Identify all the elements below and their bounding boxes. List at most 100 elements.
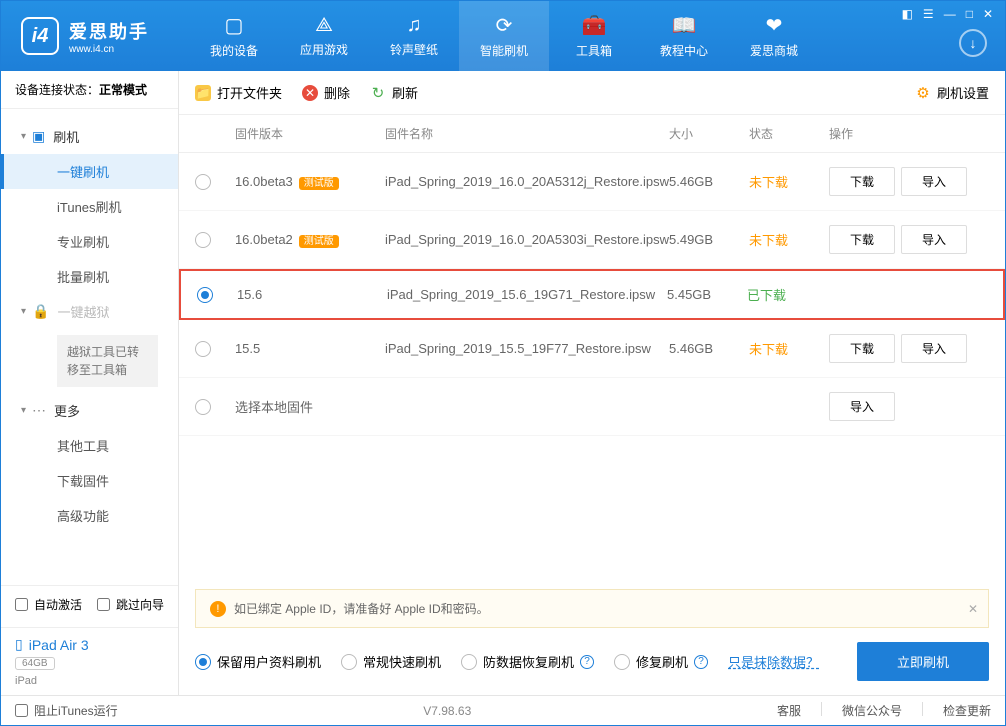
nav-apps[interactable]: ⟁应用游戏 <box>279 1 369 71</box>
opt-keep-data[interactable]: 保留用户资料刷机 <box>195 652 321 671</box>
app-logo: i4 爱思助手 www.i4.cn <box>21 17 149 55</box>
logo-icon: i4 <box>21 17 59 55</box>
sidebar-item-itunes-flash[interactable]: iTunes刷机 <box>1 189 178 224</box>
main-content: 📁打开文件夹 ✕删除 ↻刷新 ⚙刷机设置 固件版本 固件名称 大小 状态 操作 … <box>179 71 1005 695</box>
nav-my-device[interactable]: ▢我的设备 <box>189 1 279 71</box>
toolbar: 📁打开文件夹 ✕删除 ↻刷新 ⚙刷机设置 <box>179 71 1005 115</box>
firmware-version: 16.0beta2 <box>235 232 293 247</box>
folder-icon: 📁 <box>195 85 211 101</box>
local-firmware-row[interactable]: 选择本地固件 导入 <box>179 378 1005 436</box>
download-button[interactable]: 下载 <box>829 167 895 196</box>
radio-firmware[interactable] <box>197 287 213 303</box>
table-header: 固件版本 固件名称 大小 状态 操作 <box>179 115 1005 153</box>
skin-icon[interactable]: ◧ <box>902 7 913 21</box>
firmware-row[interactable]: 15.6 iPad_Spring_2019_15.6_19G71_Restore… <box>179 269 1005 320</box>
app-title: 爱思助手 <box>69 18 149 44</box>
sidebar-item-oneclick-flash[interactable]: 一键刷机 <box>1 154 178 189</box>
help-icon[interactable]: ? <box>694 655 708 669</box>
nav-tutorials[interactable]: 📖教程中心 <box>639 1 729 71</box>
firmware-version: 15.5 <box>235 341 260 356</box>
nav-smart-flash[interactable]: ⟳智能刷机 <box>459 1 549 71</box>
firmware-status: 已下载 <box>747 288 786 303</box>
firmware-size: 5.46GB <box>669 341 749 356</box>
import-button[interactable]: 导入 <box>901 167 967 196</box>
delete-icon: ✕ <box>302 85 318 101</box>
sidebar-group-more[interactable]: ▾⋯更多 <box>1 393 178 428</box>
firmware-row[interactable]: 16.0beta3 测试版 iPad_Spring_2019_16.0_20A53… <box>179 153 1005 211</box>
nav-store[interactable]: ❤爱思商城 <box>729 1 819 71</box>
footer-wechat[interactable]: 微信公众号 <box>842 702 902 719</box>
prevent-itunes-checkbox[interactable] <box>15 704 28 717</box>
main-header: i4 爱思助手 www.i4.cn ▢我的设备 ⟁应用游戏 ♫铃声壁纸 ⟳智能刷… <box>1 1 1005 71</box>
sidebar-item-pro-flash[interactable]: 专业刷机 <box>1 224 178 259</box>
maximize-icon[interactable]: □ <box>966 7 973 21</box>
close-infobar-icon[interactable]: ✕ <box>968 602 978 616</box>
tablet-icon: ▯ <box>15 636 23 653</box>
download-button[interactable]: 下载 <box>829 225 895 254</box>
sidebar-item-batch-flash[interactable]: 批量刷机 <box>1 259 178 294</box>
refresh-button[interactable]: ↻刷新 <box>370 83 418 102</box>
sidebar-item-download-firmware[interactable]: 下载固件 <box>1 463 178 498</box>
radio-local[interactable] <box>195 399 211 415</box>
footer-service[interactable]: 客服 <box>777 702 801 719</box>
firmware-size: 5.49GB <box>669 232 749 247</box>
close-icon[interactable]: ✕ <box>983 7 993 21</box>
radio-firmware[interactable] <box>195 341 211 357</box>
version-label: V7.98.63 <box>118 704 777 718</box>
minimize-icon[interactable]: — <box>944 7 956 21</box>
firmware-name: iPad_Spring_2019_16.0_20A5303i_Restore.i… <box>385 232 669 247</box>
beta-badge: 测试版 <box>299 177 339 190</box>
help-icon[interactable]: ? <box>580 655 594 669</box>
main-nav: ▢我的设备 ⟁应用游戏 ♫铃声壁纸 ⟳智能刷机 🧰工具箱 📖教程中心 ❤爱思商城 <box>189 1 995 71</box>
firmware-status: 未下载 <box>749 342 788 357</box>
download-button[interactable]: 下载 <box>829 334 895 363</box>
firmware-version: 16.0beta3 <box>235 174 293 189</box>
import-button[interactable]: 导入 <box>901 225 967 254</box>
firmware-row[interactable]: 15.5 iPad_Spring_2019_15.5_19F77_Restore… <box>179 320 1005 378</box>
nav-ringtones[interactable]: ♫铃声壁纸 <box>369 1 459 71</box>
warning-icon: ! <box>210 601 226 617</box>
refresh-icon: ↻ <box>370 85 386 101</box>
opt-anti-recovery[interactable]: 防数据恢复刷机? <box>461 652 594 671</box>
erase-data-link[interactable]: 只是抹除数据？ <box>728 652 819 671</box>
opt-repair[interactable]: 修复刷机? <box>614 652 708 671</box>
radio-firmware[interactable] <box>195 232 211 248</box>
firmware-name: iPad_Spring_2019_16.0_20A5312j_Restore.i… <box>385 174 669 189</box>
firmware-size: 5.46GB <box>669 174 749 189</box>
footer-update[interactable]: 检查更新 <box>943 702 991 719</box>
menu-icon[interactable]: ☰ <box>923 7 934 21</box>
lock-icon: 🔒 <box>32 303 49 320</box>
firmware-status: 未下载 <box>749 175 788 190</box>
sidebar-group-flash[interactable]: ▾▣刷机 <box>1 119 178 154</box>
app-url: www.i4.cn <box>69 44 149 55</box>
window-controls: ◧ ☰ — □ ✕ <box>902 7 993 21</box>
jailbreak-note: 越狱工具已转移至工具箱 <box>57 335 158 387</box>
firmware-row[interactable]: 16.0beta2 测试版 iPad_Spring_2019_16.0_20A53… <box>179 211 1005 269</box>
auto-activate-checkbox[interactable] <box>15 598 28 611</box>
sidebar-item-advanced[interactable]: 高级功能 <box>1 498 178 533</box>
import-local-button[interactable]: 导入 <box>829 392 895 421</box>
info-bar: ! 如已绑定 Apple ID，请准备好 Apple ID和密码。 ✕ <box>195 589 989 628</box>
radio-firmware[interactable] <box>195 174 211 190</box>
beta-badge: 测试版 <box>299 235 339 248</box>
firmware-size: 5.45GB <box>667 287 747 302</box>
sidebar-item-other-tools[interactable]: 其他工具 <box>1 428 178 463</box>
footer: 阻止iTunes运行 V7.98.63 客服 微信公众号 检查更新 <box>1 695 1005 725</box>
flash-now-button[interactable]: 立即刷机 <box>857 642 989 681</box>
nav-toolbox[interactable]: 🧰工具箱 <box>549 1 639 71</box>
download-indicator-icon[interactable]: ↓ <box>959 29 987 57</box>
firmware-status: 未下载 <box>749 233 788 248</box>
skip-wizard-checkbox[interactable] <box>97 598 110 611</box>
flash-settings-button[interactable]: ⚙刷机设置 <box>915 83 989 102</box>
sidebar: 设备连接状态：正常模式 ▾▣刷机 一键刷机 iTunes刷机 专业刷机 批量刷机… <box>1 71 179 695</box>
opt-normal[interactable]: 常规快速刷机 <box>341 652 441 671</box>
flash-options: 保留用户资料刷机 常规快速刷机 防数据恢复刷机? 修复刷机? 只是抹除数据？ 立… <box>179 628 1005 695</box>
open-folder-button[interactable]: 📁打开文件夹 <box>195 83 282 102</box>
device-info: ▯iPad Air 3 64GB iPad <box>1 627 178 695</box>
delete-button[interactable]: ✕删除 <box>302 83 350 102</box>
import-button[interactable]: 导入 <box>901 334 967 363</box>
sidebar-group-jailbreak: ▾🔒一键越狱 <box>1 294 178 329</box>
gear-icon: ⚙ <box>915 85 931 101</box>
firmware-name: iPad_Spring_2019_15.6_19G71_Restore.ipsw <box>387 287 667 302</box>
firmware-version: 15.6 <box>237 287 262 302</box>
